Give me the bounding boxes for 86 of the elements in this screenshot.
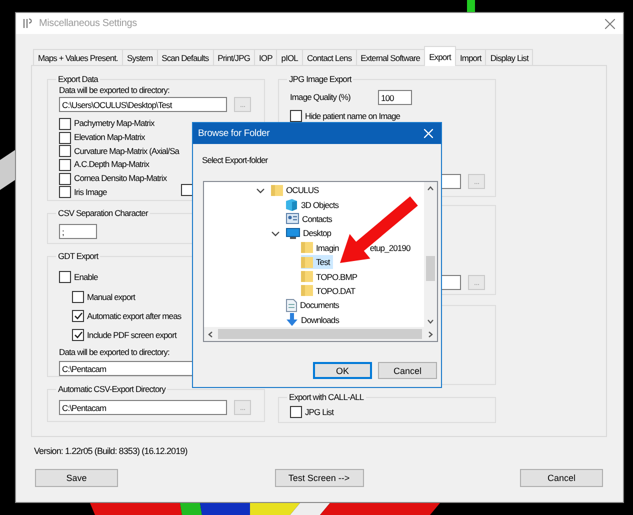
close-icon[interactable] <box>605 18 615 28</box>
tree-item[interactable]: 3D Objects <box>286 198 342 212</box>
tree-item[interactable]: Documents <box>286 298 342 312</box>
dialog-button[interactable]: Cancel <box>520 469 603 487</box>
checkbox[interactable] <box>59 271 71 283</box>
tree-item[interactable]: TOPO.DAT <box>301 284 358 298</box>
checkbox-label: JPG List <box>305 406 334 418</box>
tree-item[interactable]: TOPO.BMP <box>301 270 360 284</box>
checkbox-label: Cornea Densito Map-Matrix <box>74 173 167 184</box>
horizontal-scrollbar[interactable] <box>204 327 437 341</box>
tab[interactable]: Display List <box>485 49 534 66</box>
group-title: JPG Image Export <box>288 74 353 85</box>
app-icon <box>22 18 33 29</box>
checkbox[interactable] <box>72 329 84 341</box>
dialog-button[interactable]: Save <box>35 469 118 487</box>
directory-field[interactable]: C:\Pentacam <box>59 400 227 415</box>
dialog-prompt: Select Export-folder <box>202 155 269 166</box>
monitor-icon <box>286 228 300 239</box>
tab[interactable]: Maps + Values Present. <box>33 49 123 66</box>
dialog-button[interactable]: OK <box>313 362 372 379</box>
field-label: Data will be exported to directory: <box>59 347 170 358</box>
directory-field[interactable]: C:\Users\OCULUS\Desktop\Test <box>59 97 227 112</box>
tree-item[interactable]: Desktop <box>286 226 334 240</box>
window-title: Miscellaneous Settings <box>39 18 138 29</box>
chevron-down-icon[interactable] <box>271 228 280 238</box>
folder-icon <box>301 270 313 284</box>
tree-item[interactable]: Imagin etup_20190 <box>301 240 414 255</box>
tree-item[interactable]: Contacts <box>286 212 335 226</box>
tab[interactable]: System <box>122 49 158 66</box>
group-title: Automatic CSV-Export Directory <box>57 384 167 395</box>
field-label: Data will be exported to directory: <box>59 85 170 96</box>
checkbox-label: Iris Image <box>74 186 107 198</box>
scroll-right-icon[interactable] <box>427 330 434 338</box>
checkbox[interactable] <box>59 158 71 171</box>
checkbox-label: Hide patient name on Image <box>305 110 400 122</box>
group-title: Export Data <box>57 74 100 85</box>
chevron-down-icon[interactable] <box>256 186 265 195</box>
checkbox[interactable] <box>181 184 193 196</box>
vertical-scrollbar[interactable] <box>424 182 437 328</box>
scroll-up-icon[interactable] <box>427 185 434 192</box>
checkbox[interactable] <box>290 406 302 418</box>
document-icon <box>286 298 297 312</box>
folder-icon <box>301 256 313 269</box>
checkbox[interactable] <box>290 110 302 122</box>
download-icon <box>286 313 298 326</box>
tab[interactable]: Export <box>424 46 456 66</box>
checkbox-label: Include PDF screen export <box>87 330 176 340</box>
scroll-thumb[interactable] <box>426 256 435 281</box>
dialog-button[interactable]: Cancel <box>378 362 437 379</box>
group-title: GDT Export <box>57 251 100 262</box>
tree-item[interactable]: OCULUS <box>271 183 322 198</box>
checkbox-label: Manual export <box>87 292 136 302</box>
checkbox-label: Automatic export after meas <box>87 310 182 322</box>
field-label: Image Quality (%) <box>290 92 352 103</box>
checkbox[interactable] <box>72 310 84 322</box>
folder-icon <box>271 184 283 197</box>
version-text: Version: 1.22r05 (Build: 8353) (16.12.2019) <box>34 446 188 457</box>
checkbox[interactable] <box>72 291 84 303</box>
separator-field[interactable]: ; <box>59 224 97 239</box>
quality-field[interactable]: 100 <box>378 90 412 105</box>
checkbox[interactable] <box>59 186 71 198</box>
checkbox-label: Enable <box>74 272 98 282</box>
folder-icon <box>301 241 313 254</box>
scroll-left-icon[interactable] <box>207 330 214 338</box>
dialog-button[interactable]: Test Screen --> <box>274 469 364 487</box>
folder-icon <box>301 284 313 298</box>
tree-item[interactable]: Downloads <box>286 312 342 327</box>
tree-item[interactable]: Test <box>301 255 333 270</box>
scan-marker-drawing <box>467 0 475 12</box>
checkbox-label: Pachymetry Map-Matrix <box>74 118 154 130</box>
checkbox[interactable] <box>59 172 71 185</box>
scroll-down-icon[interactable] <box>427 318 434 325</box>
group-title: CSV Separation Character <box>57 208 150 219</box>
group-title: Export with CALL-ALL <box>288 392 365 403</box>
checkbox-label: A.C.Depth Map-Matrix <box>74 159 150 170</box>
cube-icon <box>286 198 298 212</box>
tab[interactable]: pIOL <box>276 49 303 66</box>
checkbox[interactable] <box>59 118 71 130</box>
checkbox[interactable] <box>59 132 71 144</box>
scroll-thumb[interactable] <box>218 329 422 339</box>
checkbox[interactable] <box>59 145 71 158</box>
tab[interactable]: Import <box>454 49 486 66</box>
dialog-title: Browse for Folder <box>198 128 270 139</box>
checkbox-label: Curvature Map-Matrix (Axial/Sa <box>74 146 180 157</box>
contact-card-icon <box>286 213 299 224</box>
checkbox-label: Elevation Map-Matrix <box>74 132 145 144</box>
